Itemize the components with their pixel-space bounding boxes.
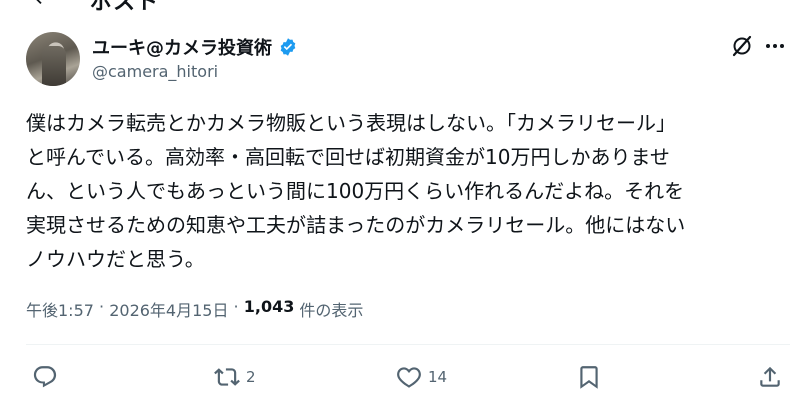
post-meta: 午後1:57 · 2026年4月15日 · 1,043 件の表示 xyxy=(26,297,363,321)
author-handle[interactable]: @camera_hitori xyxy=(92,62,218,81)
post-text: 僕はカメラ転売とかカメラ物販という表現はしない。「カメラリセール」 と呼んでいる… xyxy=(26,111,686,271)
top-bar: ポスト xyxy=(0,0,810,15)
action-bar: 2 14 xyxy=(26,364,790,396)
back-arrow-icon[interactable] xyxy=(30,0,52,8)
like-button[interactable]: 14 xyxy=(396,364,447,390)
verified-badge-icon xyxy=(280,38,296,56)
divider xyxy=(26,344,790,345)
avatar[interactable] xyxy=(26,32,80,86)
views-label: 件の表示 xyxy=(294,301,364,320)
reply-icon xyxy=(33,366,57,388)
more-options-icon[interactable] xyxy=(766,40,790,52)
bookmark-button[interactable] xyxy=(576,364,602,390)
repost-icon xyxy=(214,368,240,386)
author-display-name[interactable]: ユーキ@カメラ投資術 xyxy=(92,34,272,60)
page-title: ポスト xyxy=(90,0,160,15)
meta-separator: · xyxy=(93,297,110,316)
reply-button[interactable] xyxy=(32,364,64,390)
post-date[interactable]: 2026年4月15日 xyxy=(109,297,228,321)
repost-button[interactable]: 2 xyxy=(214,364,256,390)
post-time[interactable]: 午後1:57 xyxy=(26,297,94,321)
heart-icon xyxy=(397,367,421,388)
views-count: 1,043 xyxy=(243,297,295,316)
like-count: 14 xyxy=(428,368,448,386)
meta-separator: · xyxy=(228,297,244,316)
bookmark-icon xyxy=(580,366,598,389)
author-name-row[interactable]: ユーキ@カメラ投資術 xyxy=(92,34,298,60)
repost-count: 2 xyxy=(246,368,256,386)
share-button[interactable] xyxy=(757,364,783,390)
share-icon xyxy=(760,366,780,387)
grok-icon[interactable] xyxy=(730,34,754,58)
